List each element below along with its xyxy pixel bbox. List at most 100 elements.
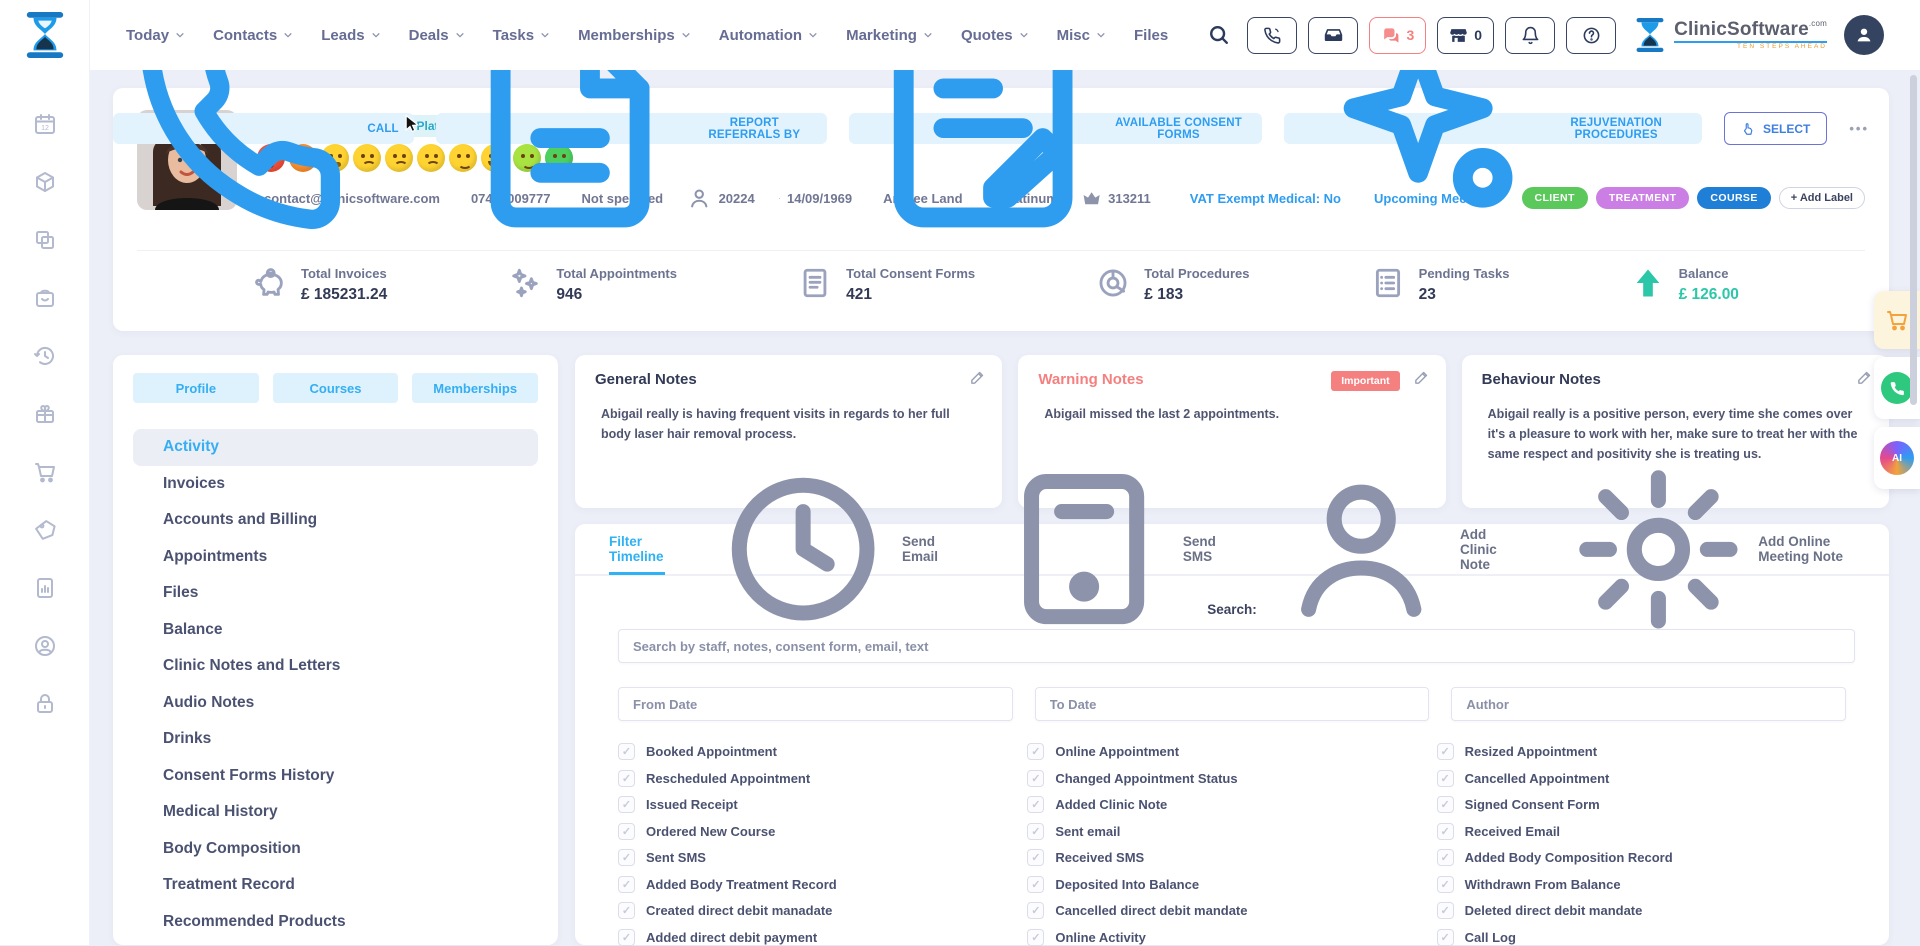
kit-icon[interactable] <box>33 286 57 310</box>
timeline-tab[interactable]: Add Online Meeting Note <box>1568 523 1855 575</box>
filter-checkbox-item[interactable]: ✓ Resized Appointment <box>1437 743 1846 760</box>
timeline-tab[interactable]: Send SMS <box>994 523 1223 575</box>
from-date-input[interactable] <box>618 687 1013 721</box>
search-icon[interactable] <box>1208 24 1230 46</box>
action-button[interactable]: REPORT REFERRALS BY <box>436 113 827 144</box>
nav-item[interactable]: Memberships <box>578 27 691 44</box>
nav-item[interactable]: Misc <box>1057 27 1106 44</box>
profile-tab[interactable]: Profile <box>133 373 259 403</box>
filter-checkbox-item[interactable]: ✓ Booked Appointment <box>618 743 1027 760</box>
filter-checkbox-item[interactable]: ✓ Call Log <box>1437 929 1846 946</box>
filter-checkbox-item[interactable]: ✓ Withdrawn From Balance <box>1437 876 1846 893</box>
profile-menu-item[interactable]: Clinic Notes and Letters <box>133 648 538 685</box>
checkbox[interactable]: ✓ <box>618 796 635 813</box>
package-icon[interactable] <box>33 170 57 194</box>
author-input[interactable] <box>1451 687 1846 721</box>
label-pill[interactable]: TREATMENT <box>1596 187 1690 209</box>
profile-menu-item[interactable]: Medical History <box>133 794 538 831</box>
checkbox[interactable]: ✓ <box>1437 823 1454 840</box>
ai-assistant-flyout-button[interactable]: AI <box>1874 427 1920 489</box>
filter-checkbox-item[interactable]: ✓ Ordered New Course <box>618 823 1027 840</box>
action-button[interactable]: CALL <box>113 113 414 144</box>
mood-emoji[interactable] <box>385 144 413 172</box>
checkbox[interactable]: ✓ <box>1437 770 1454 787</box>
checkbox[interactable]: ✓ <box>1027 823 1044 840</box>
clinicsoftware-logo-icon[interactable] <box>22 10 68 60</box>
edit-pencil-icon[interactable] <box>1413 369 1430 386</box>
checkbox[interactable]: ✓ <box>1437 796 1454 813</box>
mood-emoji[interactable] <box>417 144 445 172</box>
profile-menu-item[interactable]: Activity <box>133 429 538 466</box>
nav-item[interactable]: Quotes <box>961 27 1029 44</box>
profile-menu-item[interactable]: Appointments <box>133 539 538 576</box>
edit-pencil-icon[interactable] <box>1856 369 1873 386</box>
filter-checkbox-item[interactable]: ✓ Received Email <box>1437 823 1846 840</box>
profile-menu-item[interactable]: Invoices <box>133 466 538 503</box>
to-date-input[interactable] <box>1035 687 1430 721</box>
checkbox[interactable]: ✓ <box>1437 849 1454 866</box>
checkbox[interactable]: ✓ <box>1027 849 1044 866</box>
filter-checkbox-item[interactable]: ✓ Added Clinic Note <box>1027 796 1436 813</box>
filter-checkbox-item[interactable]: ✓ Online Appointment <box>1027 743 1436 760</box>
nav-item[interactable]: Tasks <box>493 27 550 44</box>
checkbox[interactable]: ✓ <box>618 743 635 760</box>
filter-checkbox-item[interactable]: ✓ Created direct debit manadate <box>618 902 1027 919</box>
tag-icon[interactable] <box>33 518 57 542</box>
more-options-button[interactable]: ••• <box>1849 121 1869 136</box>
account-icon[interactable] <box>33 634 57 658</box>
messages-button[interactable]: 3 <box>1369 17 1426 54</box>
filter-checkbox-item[interactable]: ✓ Signed Consent Form <box>1437 796 1846 813</box>
label-pill[interactable]: COURSE <box>1697 187 1770 209</box>
checkbox[interactable]: ✓ <box>1437 876 1454 893</box>
checkbox[interactable]: ✓ <box>618 770 635 787</box>
nav-item[interactable]: Files <box>1134 27 1168 44</box>
edit-pencil-icon[interactable] <box>969 369 986 386</box>
nav-item[interactable]: Contacts <box>213 27 293 44</box>
action-button[interactable]: AVAILABLE CONSENT FORMS <box>849 113 1263 144</box>
add-label-button[interactable]: + Add Label <box>1779 187 1865 209</box>
history-icon[interactable] <box>33 344 57 368</box>
timeline-tab[interactable]: Send Email <box>713 523 946 575</box>
nav-item[interactable]: Today <box>126 27 185 44</box>
chart-icon[interactable] <box>33 576 57 600</box>
checkbox[interactable]: ✓ <box>1027 743 1044 760</box>
filter-checkbox-item[interactable]: ✓ Cancelled Appointment <box>1437 770 1846 787</box>
cart-icon[interactable] <box>33 460 57 484</box>
filter-checkbox-item[interactable]: ✓ Sent SMS <box>618 849 1027 866</box>
nav-item[interactable]: Automation <box>719 27 818 44</box>
checkbox[interactable]: ✓ <box>618 849 635 866</box>
filter-checkbox-item[interactable]: ✓ Rescheduled Appointment <box>618 770 1027 787</box>
nav-item[interactable]: Leads <box>321 27 380 44</box>
checkbox[interactable]: ✓ <box>1437 929 1454 946</box>
select-button[interactable]: SELECT <box>1724 112 1827 145</box>
checkbox[interactable]: ✓ <box>1437 743 1454 760</box>
nav-item[interactable]: Deals <box>409 27 465 44</box>
checkbox[interactable]: ✓ <box>1027 929 1044 946</box>
filter-checkbox-item[interactable]: ✓ Deposited Into Balance <box>1027 876 1436 893</box>
profile-menu-item[interactable]: Accounts and Billing <box>133 502 538 539</box>
gift-icon[interactable] <box>33 402 57 426</box>
checkbox[interactable]: ✓ <box>618 929 635 946</box>
profile-tab[interactable]: Memberships <box>412 373 538 403</box>
filter-checkbox-item[interactable]: ✓ Cancelled direct debit mandate <box>1027 902 1436 919</box>
help-button[interactable] <box>1566 17 1616 54</box>
profile-menu-item[interactable]: Audio Notes <box>133 685 538 722</box>
notifications-button[interactable] <box>1505 17 1555 54</box>
checkbox[interactable]: ✓ <box>1027 770 1044 787</box>
profile-menu-item[interactable]: Drinks <box>133 721 538 758</box>
filter-checkbox-item[interactable]: ✓ Online Activity <box>1027 929 1436 946</box>
filter-checkbox-item[interactable]: ✓ Sent email <box>1027 823 1436 840</box>
inbox-button[interactable] <box>1308 17 1358 54</box>
profile-menu-item[interactable]: Balance <box>133 612 538 649</box>
duplicate-icon[interactable] <box>33 228 57 252</box>
profile-tab[interactable]: Courses <box>273 373 399 403</box>
filter-checkbox-item[interactable]: ✓ Added Body Treatment Record <box>618 876 1027 893</box>
checkbox[interactable]: ✓ <box>1027 876 1044 893</box>
filter-checkbox-item[interactable]: ✓ Changed Appointment Status <box>1027 770 1436 787</box>
profile-menu-item[interactable]: Recommended Products <box>133 904 538 941</box>
checkbox[interactable]: ✓ <box>1027 796 1044 813</box>
store-button[interactable]: 0 <box>1437 17 1494 54</box>
nav-item[interactable]: Marketing <box>846 27 933 44</box>
filter-checkbox-item[interactable]: ✓ Deleted direct debit mandate <box>1437 902 1846 919</box>
checkbox[interactable]: ✓ <box>1437 902 1454 919</box>
